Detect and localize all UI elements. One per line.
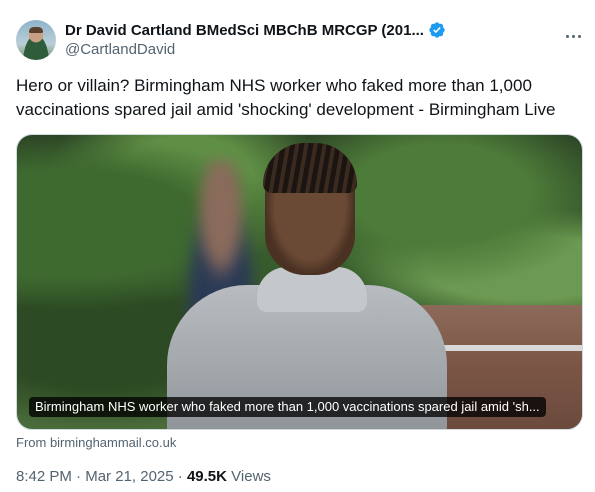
- author-name-row[interactable]: Dr David Cartland BMedSci MBChB MRCGP (2…: [65, 21, 446, 39]
- link-card[interactable]: Birmingham NHS worker who faked more tha…: [16, 134, 583, 430]
- tweet-meta: 8:42 PM · Mar 21, 2025 · 49.5K Views: [16, 468, 271, 485]
- views-count: 49.5K: [186, 468, 227, 485]
- verified-badge-icon: [429, 22, 445, 38]
- views-label: Views: [231, 468, 271, 485]
- card-caption[interactable]: Birmingham NHS worker who faked more tha…: [29, 397, 546, 417]
- avatar[interactable]: [16, 20, 56, 60]
- meta-separator: ·: [177, 468, 183, 485]
- card-image[interactable]: [17, 135, 582, 429]
- card-source[interactable]: From birminghammail.co.uk: [16, 435, 176, 450]
- more-options-icon[interactable]: [561, 26, 585, 46]
- author-display-name[interactable]: Dr David Cartland BMedSci MBChB MRCGP (2…: [65, 22, 424, 39]
- meta-separator: ·: [76, 468, 82, 485]
- tweet-date[interactable]: Mar 21, 2025: [85, 468, 173, 485]
- tweet: Dr David Cartland BMedSci MBChB MRCGP (2…: [0, 0, 595, 492]
- author-handle[interactable]: @CartlandDavid: [65, 41, 175, 58]
- tweet-text: Hero or villain? Birmingham NHS worker w…: [16, 76, 556, 119]
- avatar-hair: [29, 27, 43, 33]
- tweet-time[interactable]: 8:42 PM: [16, 468, 72, 485]
